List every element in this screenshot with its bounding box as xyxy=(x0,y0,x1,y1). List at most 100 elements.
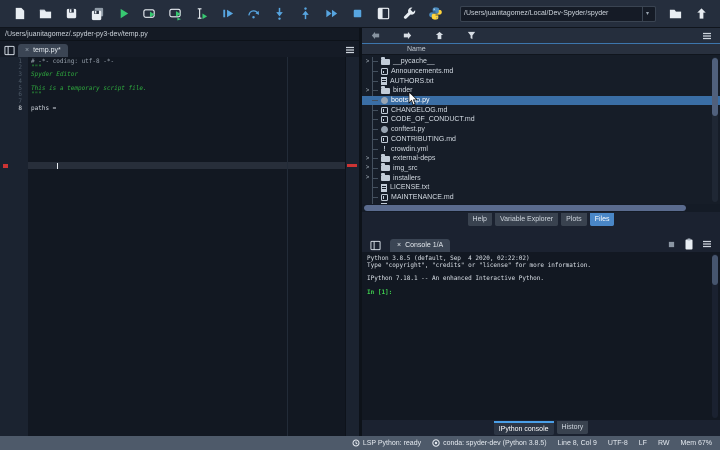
maximize-pane-button[interactable] xyxy=(370,3,396,25)
error-flag[interactable] xyxy=(347,164,357,167)
file-row-pycache[interactable]: > __pycache__ xyxy=(362,56,720,67)
options-menu-icon xyxy=(346,46,354,54)
main-toolbar: /Users/juanitagomez/Local/Dev-Spyder/spy… xyxy=(0,0,720,28)
debug-file-icon xyxy=(222,9,233,18)
scrollbar-thumb[interactable] xyxy=(364,205,686,211)
tab-help[interactable]: Help xyxy=(467,213,492,226)
back-button[interactable] xyxy=(366,29,384,43)
chevron-right-icon[interactable]: > xyxy=(364,165,371,171)
line-number: 2 xyxy=(18,64,22,72)
code-area[interactable]: # -*- coding: utf-8 -*- """ Spyder Edito… xyxy=(28,57,345,436)
eol-status[interactable]: LF xyxy=(639,440,647,447)
step-return-button[interactable] xyxy=(292,3,318,25)
code-line: paths = xyxy=(31,104,57,112)
editor-options-menu-button[interactable] xyxy=(341,43,359,57)
browse-tabs-button[interactable] xyxy=(0,43,18,57)
browse-working-directory-button[interactable] xyxy=(662,3,688,25)
tab-plots[interactable]: Plots xyxy=(561,213,587,226)
debug-file-button[interactable] xyxy=(214,3,240,25)
python-file-icon xyxy=(381,97,388,105)
file-row[interactable]: LICENSE.txt xyxy=(362,183,720,193)
scrollbar-thumb[interactable] xyxy=(712,58,718,116)
tab-variable-explorer[interactable]: Variable Explorer xyxy=(494,213,559,226)
mouse-cursor xyxy=(408,92,418,106)
console-options-menu-button[interactable] xyxy=(698,236,716,252)
console-tab-label: Console 1/A xyxy=(405,242,444,249)
continue-button[interactable] xyxy=(318,3,344,25)
file-row[interactable]: CHANGELOG.md xyxy=(362,105,720,115)
file-row[interactable]: Announcements.md xyxy=(362,67,720,77)
filter-button[interactable] xyxy=(462,29,480,43)
file-row[interactable]: AUTHORS.txt xyxy=(362,76,720,86)
cursor-position-status[interactable]: Line 8, Col 9 xyxy=(558,440,597,447)
open-file-button[interactable] xyxy=(32,3,58,25)
run-cell-button[interactable] xyxy=(136,3,162,25)
scrollbar-thumb[interactable] xyxy=(712,255,718,285)
memory-status[interactable]: Mem 67% xyxy=(680,440,712,447)
folder-icon xyxy=(381,85,390,94)
console-line: Type "copyright", "credits" or "license"… xyxy=(367,261,591,269)
file-row-external-deps[interactable]: > external-deps xyxy=(362,153,720,164)
folder-icon xyxy=(381,173,390,182)
files-options-menu-button[interactable] xyxy=(698,29,716,43)
preferences-button[interactable] xyxy=(396,3,422,25)
chevron-down-icon[interactable]: ▾ xyxy=(642,6,652,21)
files-column-header[interactable]: Name xyxy=(362,44,720,55)
save-button[interactable] xyxy=(58,3,84,25)
conda-env-status[interactable]: conda: spyder-dev (Python 3.8.5) xyxy=(432,439,547,447)
forward-button[interactable] xyxy=(398,29,416,43)
chevron-right-icon[interactable]: > xyxy=(364,88,371,94)
save-all-button[interactable] xyxy=(84,3,110,25)
close-icon[interactable]: × xyxy=(25,47,29,54)
tab-history[interactable]: History xyxy=(556,421,589,434)
working-directory-combobox[interactable]: /Users/juanitagomez/Local/Dev-Spyder/spy… xyxy=(460,5,656,22)
text-file-icon xyxy=(381,77,387,85)
run-cell-advance-button[interactable] xyxy=(162,3,188,25)
lsp-status[interactable]: LSP Python: ready xyxy=(352,439,421,447)
chevron-right-icon[interactable]: > xyxy=(364,59,371,65)
console-prompt[interactable]: In [1]: xyxy=(367,289,720,297)
file-row[interactable]: CODE_OF_CONDUCT.md xyxy=(362,115,720,125)
line-number: 7 xyxy=(18,98,22,105)
pythonpath-button[interactable] xyxy=(422,3,448,25)
tab-files[interactable]: Files xyxy=(589,213,615,226)
run-cell-icon xyxy=(142,9,155,18)
console-pane-tab-bar: IPython console History xyxy=(362,420,720,436)
run-selection-button[interactable] xyxy=(188,3,214,25)
close-icon[interactable]: × xyxy=(397,242,401,249)
file-row[interactable]: conftest.py xyxy=(362,125,720,135)
console-vertical-scrollbar[interactable] xyxy=(712,254,718,418)
stop-button[interactable] xyxy=(344,3,370,25)
code-editor[interactable]: 1 2 3 4 5 6 7 8 # -*- coding: utf-8 -*- … xyxy=(0,57,359,436)
text-file-icon xyxy=(381,184,387,192)
editor-tab-temp-py[interactable]: × temp.py* xyxy=(18,44,68,57)
interrupt-kernel-button[interactable] xyxy=(662,236,680,252)
file-row-img-src[interactable]: > img_src xyxy=(362,163,720,174)
chevron-right-icon[interactable]: > xyxy=(364,156,371,162)
file-row[interactable]: ! crowdin.yml xyxy=(362,144,720,154)
step-over-button[interactable] xyxy=(240,3,266,25)
file-row[interactable]: MAINTENANCE.md xyxy=(362,193,720,203)
chevron-right-icon[interactable]: > xyxy=(364,175,371,181)
scroll-flag-column[interactable] xyxy=(345,57,359,436)
tab-ipython-console[interactable]: IPython console xyxy=(493,421,554,435)
files-horizontal-scrollbar[interactable] xyxy=(362,204,720,212)
parent-directory-button[interactable] xyxy=(688,3,714,25)
folder-icon xyxy=(669,9,681,19)
console-tab[interactable]: × Console 1/A xyxy=(390,239,451,252)
file-row-installers[interactable]: > installers xyxy=(362,173,720,183)
files-vertical-scrollbar[interactable] xyxy=(712,57,718,202)
permissions-status[interactable]: RW xyxy=(658,440,670,447)
files-toolbar xyxy=(362,28,720,44)
parent-folder-button[interactable] xyxy=(430,29,448,43)
encoding-status[interactable]: UTF-8 xyxy=(608,440,628,447)
run-button[interactable] xyxy=(110,3,136,25)
inspect-object-button[interactable] xyxy=(680,236,698,252)
console-browse-tabs-button[interactable] xyxy=(366,238,384,252)
file-row[interactable]: CONTRIBUTING.md xyxy=(362,135,720,145)
ipython-console[interactable]: Python 3.8.5 (default, Sep 4 2020, 02:22… xyxy=(362,252,720,420)
new-file-button[interactable] xyxy=(6,3,32,25)
step-into-button[interactable] xyxy=(266,3,292,25)
